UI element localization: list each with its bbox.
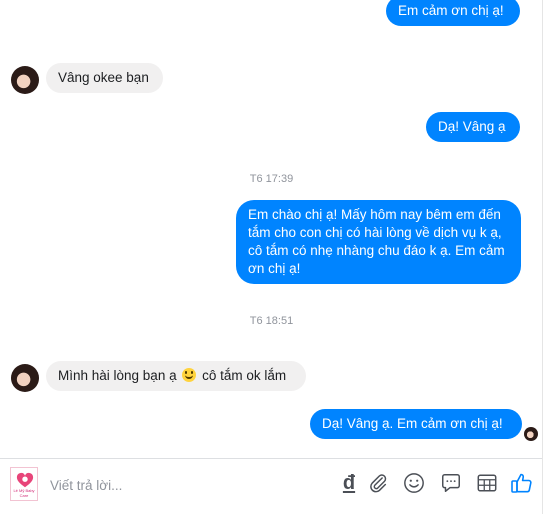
message-text: Dạ! Vâng ạ (438, 119, 506, 134)
page-logo: Lê Mỹ Baby Care (10, 467, 38, 501)
currency-button[interactable]: đ (337, 471, 361, 495)
message-outgoing: Dạ! Vâng ạ (426, 112, 520, 142)
emoji-icon (404, 473, 424, 493)
attach-button[interactable] (366, 471, 390, 495)
sticker-button[interactable] (439, 471, 463, 495)
message-outgoing: Em chào chị ạ! Mấy hôm nay bêm em đến tắ… (236, 200, 521, 284)
like-icon (511, 473, 532, 493)
timestamp: T6 18:51 (249, 315, 294, 327)
logo-text: Lê Mỹ Baby Care (13, 488, 35, 498)
avatar[interactable] (11, 364, 39, 392)
message-text: Vâng okee bạn (58, 70, 149, 85)
timestamp: T6 17:39 (249, 173, 294, 185)
message-text: Mình hài lòng bạn ạ (58, 368, 177, 383)
message-text: Em chào chị ạ! Mấy hôm nay bêm em đến tắ… (248, 207, 505, 276)
paperclip-icon (370, 474, 387, 493)
sticker-icon (442, 474, 460, 492)
message-thread: Em cảm ơn chị ạ! Vâng okee bạn Dạ! Vâng … (0, 0, 543, 458)
message-incoming: Vâng okee bạn (46, 63, 163, 93)
like-button[interactable] (510, 471, 534, 495)
currency-icon: đ (342, 472, 356, 494)
message-incoming: Mình hài lòng bạn ạ cô tắm ok lắm (46, 361, 306, 391)
gif-icon (477, 474, 497, 492)
seen-avatar (524, 427, 538, 441)
message-text: Em cảm ơn chị ạ! (398, 3, 504, 18)
message-outgoing: Dạ! Vâng ạ. Em cảm ơn chị ạ! (310, 409, 522, 439)
message-text: cô tắm ok lắm (202, 368, 287, 383)
message-outgoing: Em cảm ơn chị ạ! (386, 0, 520, 26)
gif-button[interactable] (475, 471, 499, 495)
avatar[interactable] (11, 66, 39, 94)
reply-input[interactable] (48, 473, 252, 497)
message-text: Dạ! Vâng ạ. Em cảm ơn chị ạ! (322, 416, 503, 431)
smiley-emoji-icon (182, 368, 197, 382)
emoji-button[interactable] (402, 471, 426, 495)
composer: Lê Mỹ Baby Care đ (0, 458, 543, 514)
